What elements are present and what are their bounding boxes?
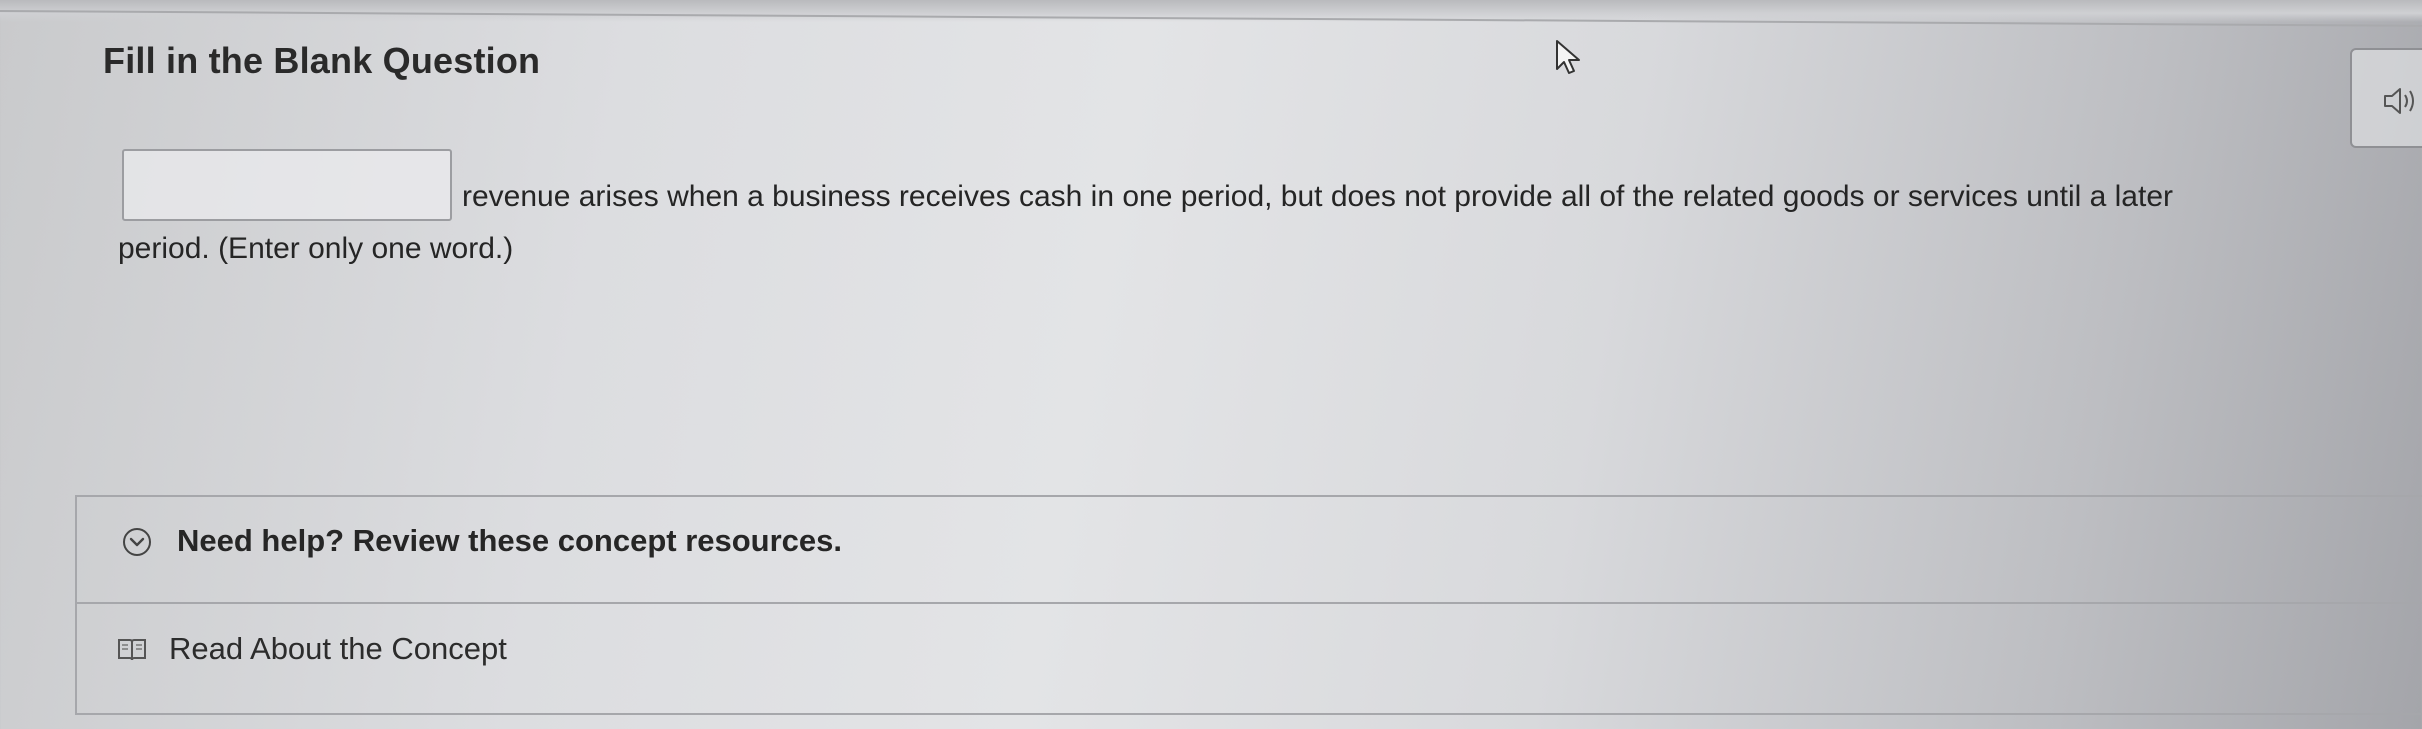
read-about-concept-label: Read About the Concept [169, 631, 507, 666]
speaker-icon [2384, 88, 2414, 114]
read-about-concept-link[interactable]: Read About the Concept [117, 627, 507, 671]
question-prompt-line-1: revenue arises when a business receives … [462, 180, 2173, 213]
chevron-down-circle-icon [123, 528, 151, 556]
question-prompt-line-2: period. (Enter only one word.) [118, 232, 514, 265]
mouse-cursor-icon [1556, 40, 1580, 74]
concept-resources-label: Need help? Review these concept resource… [177, 523, 843, 558]
concept-resources-toggle[interactable]: Need help? Review these concept resource… [77, 497, 2422, 604]
question-title: Fill in the Blank Question [103, 40, 541, 81]
answer-blank-input[interactable] [122, 149, 452, 221]
bottom-divider [75, 713, 2422, 715]
concept-resources-panel: Need help? Review these concept resource… [75, 495, 2422, 715]
book-icon [118, 639, 146, 661]
audio-button[interactable] [2350, 48, 2422, 148]
